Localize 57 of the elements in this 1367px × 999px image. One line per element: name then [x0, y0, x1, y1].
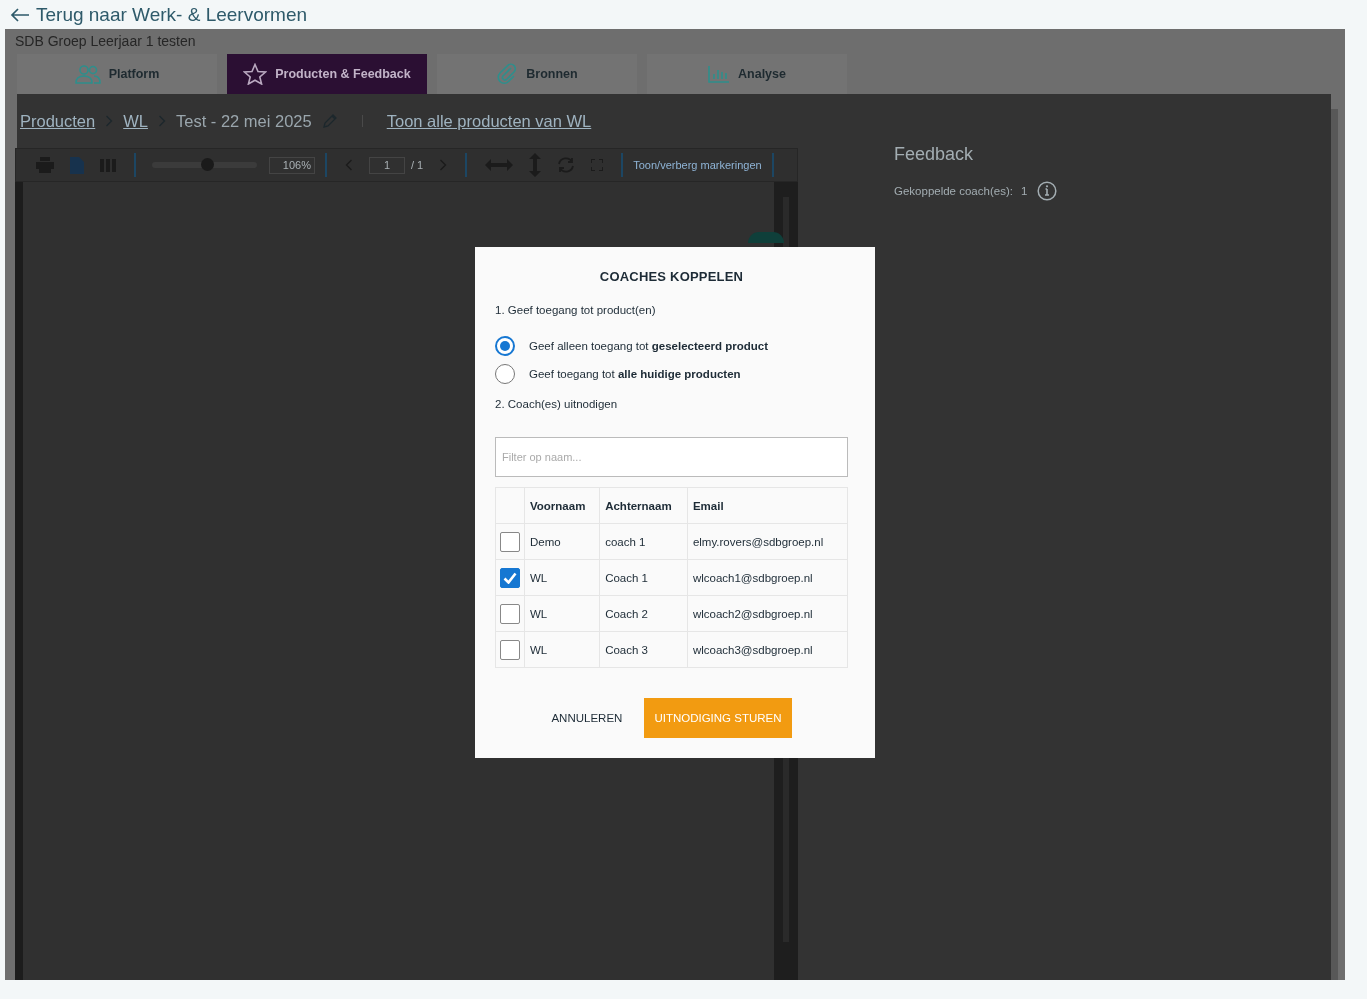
- checkbox[interactable]: [500, 603, 520, 624]
- option-label: Geef toegang tot alle huidige producten: [529, 368, 741, 380]
- table-cell: elmy.rovers@sdbgroep.nl: [687, 523, 848, 560]
- tab[interactable]: Platform: [17, 54, 217, 94]
- tab[interactable]: Bronnen: [437, 54, 637, 94]
- radio-button[interactable]: [495, 336, 515, 356]
- zoom-field[interactable]: 106%: [269, 156, 315, 174]
- table-cell: WL: [524, 595, 600, 632]
- table-cell: coach 1: [599, 523, 688, 560]
- zoom-slider-thumb[interactable]: [200, 158, 214, 171]
- star-icon: [243, 63, 268, 85]
- paperclip-icon: [496, 63, 519, 85]
- option-label: Geef alleen toegang tot geselecteerd product: [529, 340, 769, 352]
- tab[interactable]: Producten & Feedback: [227, 54, 427, 94]
- table-cell: Coach 2: [599, 595, 688, 632]
- checkbox[interactable]: [500, 639, 520, 660]
- pencil-icon: [321, 113, 338, 129]
- group-title: SDB Groep Leerjaar 1 testen: [14, 32, 197, 51]
- file-button[interactable]: [70, 156, 84, 174]
- page-field[interactable]: 1: [369, 156, 405, 174]
- breadcrumb-link[interactable]: WL: [123, 111, 148, 131]
- coaches-count: 1: [1020, 185, 1028, 197]
- dialog-title: COACHES KOPPELEN: [598, 269, 745, 284]
- table-cell: WL: [524, 631, 600, 668]
- column-header: Email: [687, 487, 848, 524]
- table-cell: Coach 3: [599, 631, 688, 668]
- table-cell: wlcoach1@sdbgroep.nl: [687, 559, 848, 596]
- column-header: Achternaam: [599, 487, 688, 524]
- floating-action-button[interactable]: [748, 232, 784, 243]
- back-link[interactable]: Terug naar Werk- & Leervormen: [36, 3, 308, 26]
- page-total: / 1: [411, 159, 424, 171]
- scrollbar[interactable]: [1331, 109, 1338, 980]
- feedback-title: Feedback: [894, 144, 975, 165]
- toggle-markings-link[interactable]: Toon/verberg markeringen: [633, 159, 762, 171]
- breadcrumb-current: Test - 22 mei 2025: [175, 111, 312, 131]
- step-label: 2. Coach(es) uitnodigen: [495, 398, 619, 410]
- checkmark-icon: [503, 571, 517, 584]
- checkbox[interactable]: [500, 567, 520, 588]
- table-cell: Coach 1: [599, 559, 688, 596]
- bar-chart-icon: [708, 65, 730, 83]
- info-icon: [1037, 181, 1058, 201]
- table-cell: Demo: [524, 523, 600, 560]
- radio-button[interactable]: [495, 364, 515, 384]
- tab[interactable]: Analyse: [647, 54, 847, 94]
- filter-field[interactable]: Filter op naam...: [495, 437, 848, 477]
- checkbox[interactable]: [500, 531, 520, 552]
- all-products-link[interactable]: Toon alle producten van WL: [386, 111, 592, 131]
- column-header: Voornaam: [524, 487, 600, 524]
- back-arrow-icon: [10, 6, 30, 23]
- breadcrumb-link[interactable]: Producten: [20, 111, 96, 131]
- table-cell: wlcoach2@sdbgroep.nl: [687, 595, 848, 632]
- coaches-label: Gekoppelde coach(es):: [894, 185, 1013, 197]
- cancel-button[interactable]: ANNULEREN: [551, 698, 623, 738]
- step-label: 1. Geef toegang tot product(en): [495, 304, 657, 316]
- table-cell: WL: [524, 559, 600, 596]
- table-cell: wlcoach3@sdbgroep.nl: [687, 631, 848, 668]
- people-icon: [74, 64, 101, 84]
